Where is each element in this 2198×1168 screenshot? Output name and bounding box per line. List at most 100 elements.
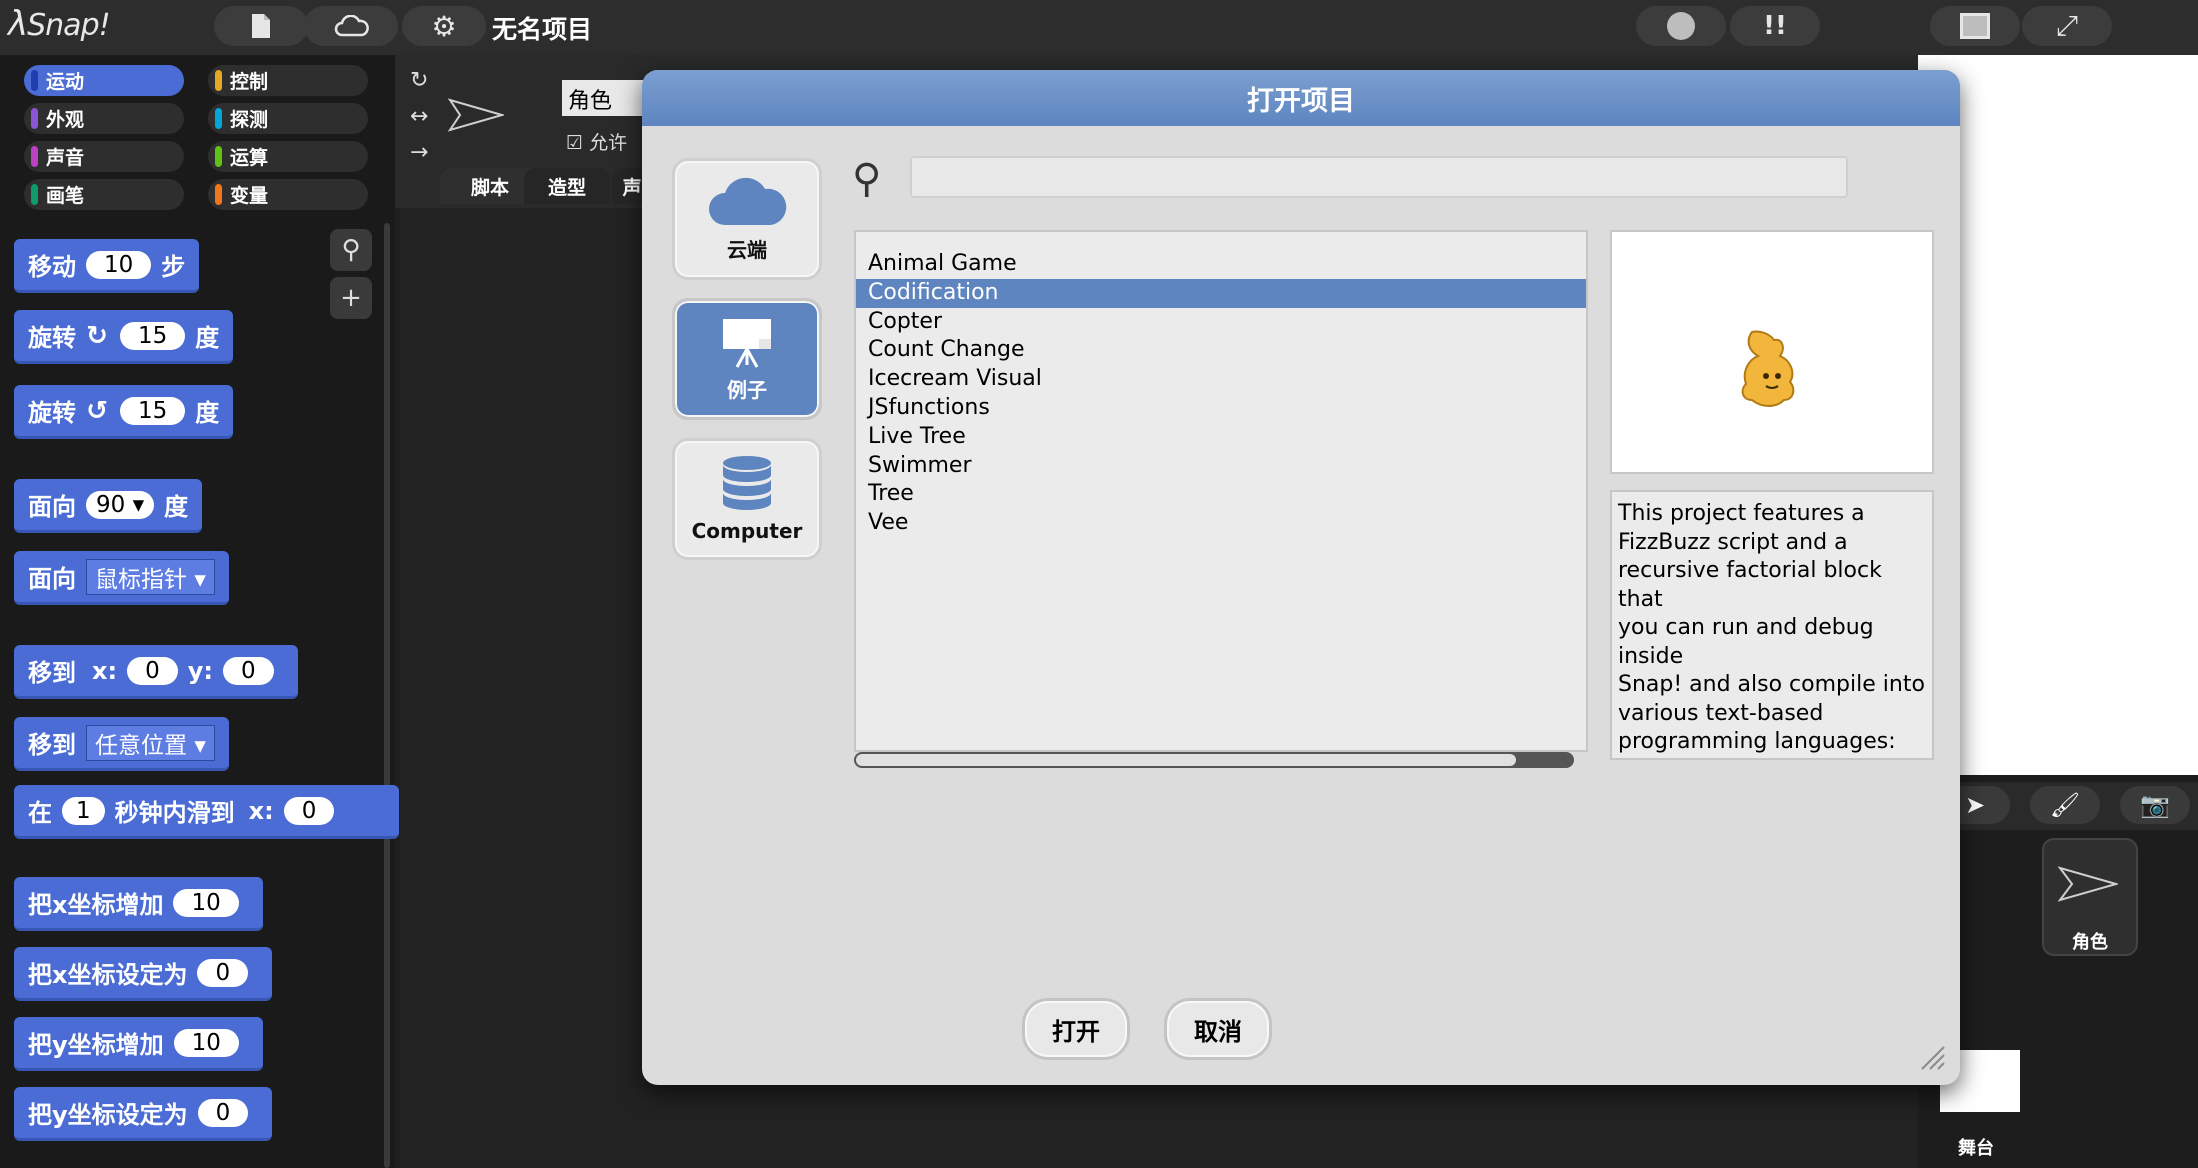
steps-input[interactable]: 10 <box>86 250 152 279</box>
category-sensing[interactable]: 探测 <box>208 103 368 134</box>
turn-counterclockwise-block[interactable]: 旋转 ↺ 15 度 <box>14 385 234 439</box>
plus-icon: + <box>340 283 362 313</box>
project-notes: This project features a FizzBuzz script … <box>1610 490 1934 760</box>
block-label: 旋转 <box>28 324 76 352</box>
source-computer-button[interactable]: Computer <box>672 438 822 560</box>
turn-clockwise-block[interactable]: 旋转 ↻ 15 度 <box>14 310 234 364</box>
list-item[interactable]: JSfunctions <box>856 394 1586 423</box>
expand-icon: ⤢ <box>2055 9 2079 42</box>
x-input[interactable]: 0 <box>283 796 335 825</box>
category-operators[interactable]: 运算 <box>208 141 368 172</box>
dropdown-value: 鼠标指针 <box>95 566 187 593</box>
cloud-menu-button[interactable] <box>304 6 398 46</box>
file-menu-button[interactable] <box>214 6 308 46</box>
category-sound[interactable]: 声音 <box>24 141 184 172</box>
list-item[interactable]: Animal Game <box>856 250 1586 279</box>
top-bar: λSnap! ⚙ 无名项目 !! ⤢ <box>0 0 2198 55</box>
paint-new-sprite-button[interactable]: 🖌 <box>2030 786 2100 824</box>
category-pen[interactable]: 画笔 <box>24 179 184 210</box>
category-label: 控制 <box>230 71 269 93</box>
search-input[interactable] <box>910 156 1848 198</box>
glide-block[interactable]: 在 1 秒钟内滑到 x: 0 <box>14 785 399 839</box>
palette-search-button[interactable]: ⚲ <box>330 229 372 271</box>
rotate-any-icon[interactable]: ↻ <box>410 68 428 93</box>
list-item[interactable]: Vee <box>856 509 1586 538</box>
set-y-block[interactable]: 把y坐标设定为 0 <box>14 1087 273 1141</box>
list-item[interactable]: Live Tree <box>856 423 1586 452</box>
examples-icon <box>675 315 819 371</box>
block-label: 把y坐标设定为 <box>28 1101 188 1129</box>
x-input[interactable]: 0 <box>127 656 178 685</box>
sprite-arrow-icon <box>448 98 504 132</box>
change-y-block[interactable]: 把y坐标增加 10 <box>14 1017 263 1071</box>
resize-handle-icon[interactable] <box>1918 1043 1946 1071</box>
category-variables[interactable]: 变量 <box>208 179 368 210</box>
dialog-title[interactable]: 打开项目 <box>642 70 1960 126</box>
delta-input[interactable]: 10 <box>173 888 239 917</box>
pause-button[interactable] <box>1636 6 1726 46</box>
list-item[interactable]: Icecream Visual <box>856 365 1586 394</box>
make-block-button[interactable]: + <box>330 277 372 319</box>
go-to-block[interactable]: 移到 任意位置 ▾ <box>14 717 229 771</box>
source-examples-button[interactable]: 例子 <box>672 298 822 420</box>
category-color-bar <box>215 108 222 129</box>
block-palette[interactable]: ⚲ + 移动 10 步 旋转 ↻ 15 度 旋转 ↺ 15 度 面向 90 ▾ 度 面向 鼠标指针 ▾… <box>0 215 399 1168</box>
stop-button[interactable]: !! <box>1730 6 1820 46</box>
list-horizontal-scrollbar[interactable] <box>854 752 1574 768</box>
point-in-direction-block[interactable]: 面向 90 ▾ 度 <box>14 479 203 533</box>
stage-size-button[interactable] <box>1930 6 2020 46</box>
list-item[interactable]: Swimmer <box>856 452 1586 481</box>
degrees-input[interactable]: 15 <box>120 321 186 350</box>
camera-sprite-button[interactable]: 📷 <box>2120 786 2190 824</box>
seconds-input[interactable]: 1 <box>62 796 105 825</box>
no-rotate-icon[interactable]: → <box>410 140 428 165</box>
cancel-button[interactable]: 取消 <box>1164 998 1272 1060</box>
dropdown-arrow-icon: ▾ <box>194 732 206 759</box>
open-button[interactable]: 打开 <box>1022 998 1130 1060</box>
palette-scrollbar[interactable] <box>384 223 390 1168</box>
search-icon: ⚲ <box>341 235 361 265</box>
tab-costumes[interactable]: 造型 <box>524 168 610 204</box>
category-label: 外观 <box>46 109 85 131</box>
settings-menu-button[interactable]: ⚙ <box>402 6 486 46</box>
move-steps-block[interactable]: 移动 10 步 <box>14 239 200 293</box>
change-x-block[interactable]: 把x坐标增加 10 <box>14 877 263 931</box>
source-label: 例子 <box>727 378 767 402</box>
degrees-input[interactable]: 15 <box>120 396 186 425</box>
value-input[interactable]: 0 <box>197 958 249 987</box>
project-list[interactable]: Animal Game Codification Copter Count Ch… <box>854 230 1588 752</box>
list-item[interactable]: Count Change <box>856 336 1586 365</box>
y-input[interactable]: 0 <box>222 656 274 685</box>
category-label: 运算 <box>230 147 269 169</box>
snap-logo[interactable]: λSnap! <box>8 4 111 48</box>
category-looks[interactable]: 外观 <box>24 103 184 134</box>
counterclockwise-icon: ↺ <box>86 395 108 426</box>
list-item[interactable]: Copter <box>856 308 1586 337</box>
list-item-selected[interactable]: Codification <box>856 278 1586 308</box>
rotate-left-right-icon[interactable]: ↔ <box>410 104 428 129</box>
target-dropdown[interactable]: 鼠标指针 ▾ <box>86 558 215 595</box>
point-towards-block[interactable]: 面向 鼠标指针 ▾ <box>14 551 229 605</box>
block-label: 秒钟内滑到 <box>114 799 235 827</box>
dropdown-arrow-icon: ▾ <box>194 566 206 593</box>
cloud-icon <box>675 175 819 227</box>
direction-input[interactable]: 90 ▾ <box>86 490 155 519</box>
block-label: 度 <box>195 324 220 352</box>
draggable-checkbox[interactable]: ☑ 允许 <box>566 128 627 155</box>
set-x-block[interactable]: 把x坐标设定为 0 <box>14 947 273 1001</box>
sprite-thumbnail[interactable]: 角色 <box>2042 838 2138 956</box>
category-motion[interactable]: 运动 <box>24 65 184 96</box>
value-input[interactable]: 0 <box>197 1098 249 1127</box>
scrollbar-thumb[interactable] <box>856 754 1516 766</box>
category-control[interactable]: 控制 <box>208 65 368 96</box>
list-item[interactable]: Tree <box>856 480 1586 509</box>
sprite-arrow-icon <box>2058 866 2118 902</box>
source-cloud-button[interactable]: 云端 <box>672 158 822 280</box>
stage[interactable] <box>1918 55 2198 775</box>
go-to-xy-block[interactable]: 移到 x: 0 y: 0 <box>14 645 298 699</box>
presentation-mode-button[interactable]: ⤢ <box>2022 6 2112 46</box>
target-dropdown[interactable]: 任意位置 ▾ <box>86 724 215 761</box>
delta-input[interactable]: 10 <box>173 1028 239 1057</box>
tab-label: 声 <box>622 176 642 199</box>
category-color-bar <box>215 70 222 91</box>
